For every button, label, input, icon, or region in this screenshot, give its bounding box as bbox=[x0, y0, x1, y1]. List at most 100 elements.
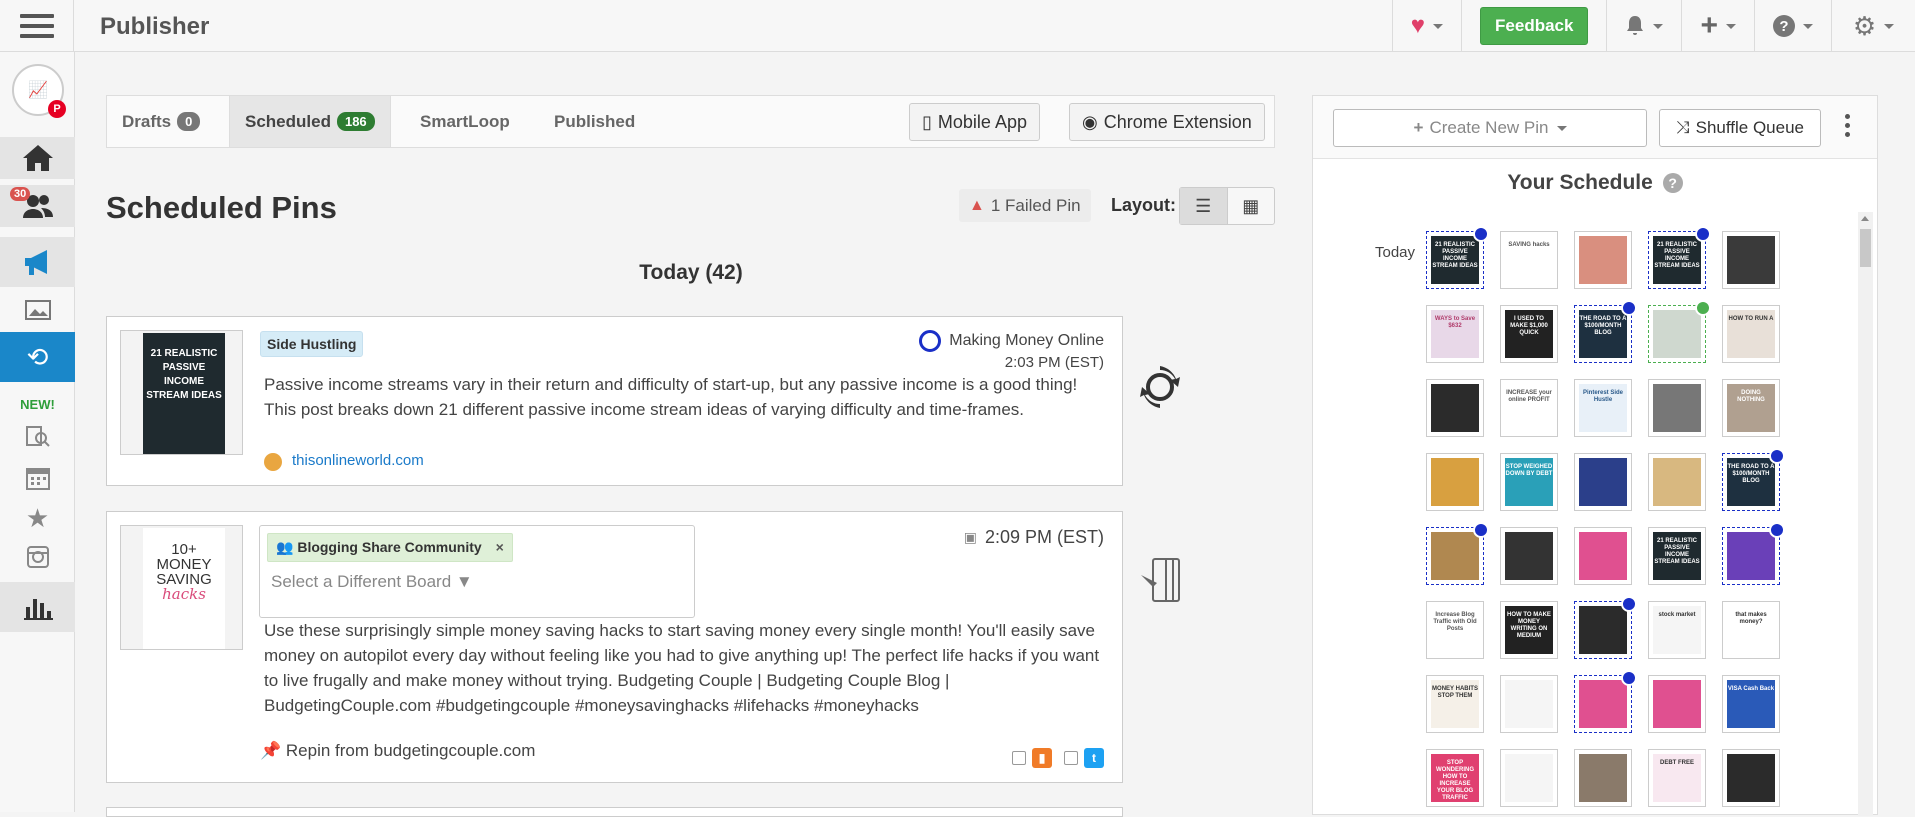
schedule-pin-tile[interactable]: 21 REALISTIC PASSIVE INCOME STREAM IDEAS bbox=[1648, 226, 1711, 289]
chart-icon: 📈 bbox=[28, 82, 48, 99]
create-new-pin-button[interactable]: + Create New Pin bbox=[1333, 109, 1647, 147]
plus-icon: + bbox=[1700, 9, 1718, 42]
schedule-pin-tile[interactable] bbox=[1500, 749, 1558, 807]
sidebar-item-analytics[interactable] bbox=[0, 582, 75, 632]
schedule-pin-tile[interactable]: DOING NOTHING bbox=[1722, 379, 1780, 437]
schedule-pin-tile[interactable] bbox=[1574, 527, 1632, 585]
tab-published[interactable]: Published bbox=[539, 96, 650, 147]
schedule-pin-tile[interactable]: INCREASE your online PROFIT bbox=[1500, 379, 1558, 437]
help-menu[interactable]: ? bbox=[1754, 0, 1831, 52]
sidebar-item-images[interactable] bbox=[0, 289, 75, 331]
schedule-pin-tile[interactable] bbox=[1500, 675, 1558, 733]
grid-layout-button[interactable]: ▦ bbox=[1228, 188, 1275, 224]
pin-image: 21 REALISTIC PASSIVE INCOME STREAM IDEAS bbox=[1653, 236, 1701, 284]
pin-description[interactable]: Use these surprisingly simple money savi… bbox=[264, 618, 1104, 718]
tab-drafts[interactable]: Drafts 0 bbox=[107, 96, 215, 147]
scrollbar[interactable] bbox=[1858, 212, 1873, 816]
schedule-pin-tile[interactable] bbox=[1648, 453, 1706, 511]
sidebar-item-favorites[interactable]: ★ bbox=[0, 497, 75, 539]
sidebar-item-tribes[interactable]: 30 bbox=[0, 185, 75, 227]
schedule-pin-tile[interactable] bbox=[1574, 231, 1632, 289]
board-tag[interactable]: Side Hustling bbox=[260, 331, 364, 357]
schedule-pin-tile[interactable]: STOP WONDERING HOW TO INCREASE YOUR BLOG… bbox=[1426, 749, 1484, 807]
schedule-pin-tile[interactable] bbox=[1574, 453, 1632, 511]
sidebar-item-insights[interactable] bbox=[0, 416, 75, 458]
schedule-pin-tile[interactable]: THE ROAD TO A $100/MONTH BLOG bbox=[1722, 448, 1785, 511]
schedule-pin-tile[interactable] bbox=[1722, 231, 1780, 289]
sidebar-item-instagram[interactable] bbox=[0, 536, 75, 578]
menu-icon[interactable] bbox=[0, 0, 74, 52]
schedule-pin-tile[interactable]: stock market bbox=[1648, 601, 1706, 659]
schedule-pin-tile[interactable]: HOW TO MAKE MONEY WRITING ON MEDIUM bbox=[1500, 601, 1558, 659]
shuffle-queue-button[interactable]: ⤨ Shuffle Queue bbox=[1659, 109, 1821, 147]
share-checkbox[interactable] bbox=[1064, 751, 1078, 765]
schedule-pin-tile[interactable] bbox=[1648, 379, 1706, 437]
top-right-toolbar: ♥ Feedback + ? ⚙ bbox=[1391, 0, 1915, 52]
settings-menu[interactable]: ⚙ bbox=[1831, 0, 1915, 52]
schedule-pin-tile[interactable]: VISA Cash Back bbox=[1722, 675, 1780, 733]
tab-scheduled[interactable]: Scheduled 186 bbox=[229, 96, 391, 147]
schedule-pin-tile[interactable]: MONEY HABITS STOP THEM bbox=[1426, 675, 1484, 733]
avatar[interactable]: 📈 P bbox=[12, 64, 66, 118]
schedule-pin-tile[interactable] bbox=[1722, 522, 1785, 585]
schedule-pin-tile[interactable]: 21 REALISTIC PASSIVE INCOME STREAM IDEAS bbox=[1426, 226, 1489, 289]
schedule-pin-tile[interactable]: Increase Blog Traffic with Old Posts bbox=[1426, 601, 1484, 659]
board-select-input[interactable]: Select a Different Board ▼ bbox=[271, 572, 473, 592]
sidebar-item-calendar[interactable] bbox=[0, 457, 75, 499]
scrollbar-thumb[interactable] bbox=[1860, 229, 1871, 267]
sidebar-item-home[interactable] bbox=[0, 137, 75, 179]
schedule-pin-tile[interactable]: 21 REALISTIC PASSIVE INCOME STREAM IDEAS bbox=[1648, 527, 1706, 585]
pin-time-label: 2:09 PM (EST) bbox=[984, 527, 1104, 547]
schedule-pin-tile[interactable] bbox=[1574, 670, 1637, 733]
sidebar-item-publisher[interactable] bbox=[0, 237, 75, 287]
schedule-pin-tile[interactable]: WAYS to Save $632 bbox=[1426, 305, 1484, 363]
close-icon[interactable]: × bbox=[496, 539, 504, 555]
feedback-container: Feedback bbox=[1461, 0, 1606, 52]
pin-description[interactable]: Passive income streams vary in their ret… bbox=[264, 372, 1104, 422]
scroll-up-icon[interactable] bbox=[1861, 216, 1869, 221]
pin-image: MONEY HABITS STOP THEM bbox=[1431, 680, 1479, 728]
failed-pin-button[interactable]: ▲ 1 Failed Pin bbox=[959, 189, 1091, 222]
schedule-pin-tile[interactable] bbox=[1574, 749, 1632, 807]
sidebar-item-smartloop[interactable]: ⟲ bbox=[0, 332, 75, 382]
schedule-pin-tile[interactable] bbox=[1426, 453, 1484, 511]
schedule-pin-tile[interactable] bbox=[1426, 522, 1489, 585]
schedule-pin-tile[interactable] bbox=[1574, 596, 1637, 659]
tab-smartloop[interactable]: SmartLoop bbox=[405, 96, 525, 147]
schedule-pin-tile[interactable] bbox=[1500, 527, 1558, 585]
schedule-pin-tile[interactable]: DEBT FREE bbox=[1648, 749, 1706, 807]
share-checkbox[interactable] bbox=[1012, 751, 1026, 765]
schedule-pin-tile[interactable] bbox=[1648, 675, 1706, 733]
schedule-toolbar: + Create New Pin ⤨ Shuffle Queue bbox=[1313, 96, 1877, 159]
schedule-pin-tile[interactable]: THE ROAD TO A $100/MONTH BLOG bbox=[1574, 300, 1637, 363]
schedule-pin-tile[interactable]: that makes money? bbox=[1722, 601, 1780, 659]
chrome-extension-button[interactable]: ◉ Chrome Extension bbox=[1069, 103, 1265, 141]
schedule-pin-tile[interactable]: I USED TO MAKE $1,000 QUICK bbox=[1500, 305, 1558, 363]
schedule-pin-tile[interactable]: Pinterest Side Hustle bbox=[1574, 379, 1632, 437]
smartloop-icon bbox=[1473, 226, 1489, 242]
smartloop-action-button[interactable] bbox=[1135, 362, 1185, 412]
twitter-icon[interactable]: t bbox=[1084, 748, 1104, 768]
schedule-pin-tile[interactable] bbox=[1426, 379, 1484, 437]
help-icon[interactable]: ? bbox=[1662, 173, 1683, 194]
source-link[interactable]: thisonlineworld.com bbox=[292, 452, 424, 469]
pin-thumbnail[interactable]: 21 REALISTIC PASSIVE INCOME STREAM IDEAS bbox=[120, 330, 243, 455]
bookmark-icon[interactable]: ▮ bbox=[1032, 748, 1052, 768]
favorites-menu[interactable]: ♥ bbox=[1391, 0, 1461, 52]
add-menu[interactable]: + bbox=[1681, 0, 1754, 52]
schedule-pin-tile[interactable] bbox=[1722, 749, 1780, 807]
schedule-pin-tile[interactable] bbox=[1648, 300, 1711, 363]
phone-icon: ▯ bbox=[922, 111, 932, 132]
smartloop-add-button[interactable] bbox=[1135, 555, 1185, 605]
pin-thumbnail[interactable]: 10+ MONEY SAVING hacks bbox=[120, 525, 243, 650]
schedule-pin-tile[interactable]: STOP WEIGHED DOWN BY DEBT bbox=[1500, 453, 1558, 511]
thumb-title: 10+ MONEY SAVING bbox=[156, 541, 212, 588]
list-layout-button[interactable]: ☰ bbox=[1180, 188, 1228, 224]
mobile-app-button[interactable]: ▯ Mobile App bbox=[909, 103, 1040, 141]
more-options-icon[interactable] bbox=[1845, 114, 1851, 141]
schedule-pin-tile[interactable]: SAVING hacks bbox=[1500, 231, 1558, 289]
schedule-pin-tile[interactable]: HOW TO RUN A bbox=[1722, 305, 1780, 363]
pin-image bbox=[1653, 384, 1701, 432]
notifications-menu[interactable] bbox=[1606, 0, 1681, 52]
feedback-button[interactable]: Feedback bbox=[1480, 7, 1589, 45]
